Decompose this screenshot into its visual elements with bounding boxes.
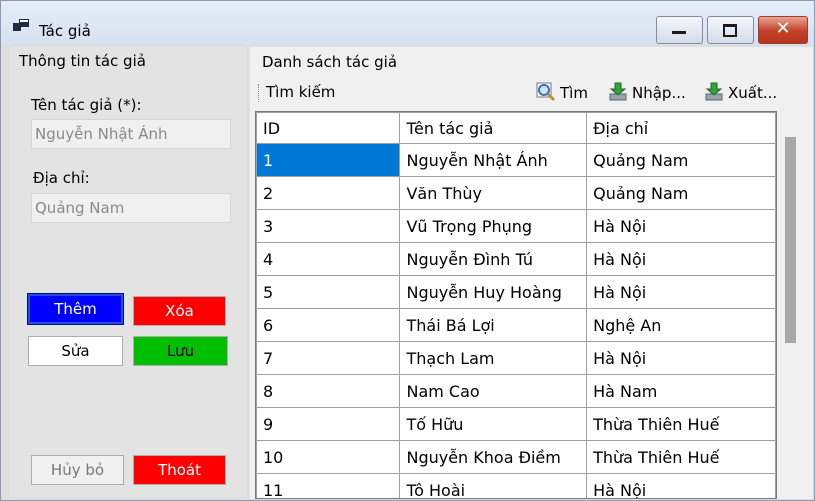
cell-name[interactable]: Thạch Lam bbox=[399, 341, 588, 375]
cell-address[interactable]: Thừa Thiên Huế bbox=[586, 407, 776, 441]
vertical-scrollbar[interactable] bbox=[779, 111, 803, 499]
cell-id[interactable]: 4 bbox=[256, 242, 401, 276]
find-label: Tìm bbox=[560, 84, 588, 102]
search-label: Tìm kiếm bbox=[266, 83, 336, 101]
cell-id[interactable]: 5 bbox=[256, 275, 401, 309]
import-button[interactable]: Nhập... bbox=[608, 81, 686, 105]
column-header-name[interactable]: Tên tác giả bbox=[399, 112, 588, 144]
cell-id[interactable]: 8 bbox=[256, 374, 401, 408]
author-data-grid[interactable]: ID Tên tác giả Địa chỉ 1 Nguyễn Nhật Ánh… bbox=[255, 111, 777, 499]
column-header-id[interactable]: ID bbox=[256, 112, 401, 144]
delete-button[interactable]: Xóa bbox=[133, 296, 226, 326]
cell-name[interactable]: Nguyễn Huy Hoàng bbox=[399, 275, 588, 309]
toolbar: Tìm kiếm Tìm Nhập... Xuất... bbox=[256, 79, 805, 107]
address-label: Địa chỉ: bbox=[33, 169, 90, 187]
cell-id[interactable]: 7 bbox=[256, 341, 401, 375]
cell-address[interactable]: Hà Nội bbox=[586, 209, 776, 243]
find-button[interactable]: Tìm bbox=[536, 81, 588, 105]
author-list-title: Danh sách tác giả bbox=[262, 53, 398, 71]
table-row[interactable]: 1 Nguyễn Nhật Ánh Quảng Nam bbox=[256, 143, 776, 177]
cell-id[interactable]: 9 bbox=[256, 407, 401, 441]
author-info-group: Thông tin tác giả Tên tác giả (*): Nguyễ… bbox=[10, 47, 246, 497]
table-row[interactable]: 3 Vũ Trọng Phụng Hà Nội bbox=[256, 209, 776, 243]
cell-address[interactable]: Nghệ An bbox=[586, 308, 776, 342]
table-row[interactable]: 5 Nguyễn Huy Hoàng Hà Nội bbox=[256, 275, 776, 309]
save-button[interactable]: Lưu bbox=[133, 336, 228, 366]
column-header-address[interactable]: Địa chỉ bbox=[586, 112, 776, 144]
cell-id[interactable]: 2 bbox=[256, 176, 401, 210]
import-icon bbox=[608, 82, 628, 102]
cell-address[interactable]: Quảng Nam bbox=[586, 176, 776, 210]
author-window: Tác giả ✕ Thông tin tác giả Tên tác giả … bbox=[0, 0, 815, 501]
cell-id[interactable]: 10 bbox=[256, 440, 401, 474]
cell-name[interactable]: Thái Bá Lợi bbox=[399, 308, 588, 342]
cancel-button[interactable]: Hủy bỏ bbox=[31, 455, 124, 485]
table-row[interactable]: 2 Văn Thùy Quảng Nam bbox=[256, 176, 776, 210]
maximize-button[interactable] bbox=[707, 16, 754, 44]
cell-name[interactable]: Nguyễn Nhật Ánh bbox=[399, 143, 588, 177]
address-field[interactable]: Quảng Nam bbox=[31, 193, 231, 223]
cell-name[interactable]: Tô Hoài bbox=[399, 473, 588, 498]
maximize-icon bbox=[723, 24, 737, 37]
cell-name[interactable]: Tố Hữu bbox=[399, 407, 588, 441]
table-row[interactable]: 10 Nguyễn Khoa Điềm Thừa Thiên Huế bbox=[256, 440, 776, 474]
cell-id[interactable]: 1 bbox=[256, 143, 401, 177]
table-row[interactable]: 8 Nam Cao Hà Nam bbox=[256, 374, 776, 408]
header-row: ID Tên tác giả Địa chỉ bbox=[256, 112, 776, 144]
cell-address[interactable]: Hà Nội bbox=[586, 242, 776, 276]
table-row[interactable]: 6 Thái Bá Lợi Nghệ An bbox=[256, 308, 776, 342]
minimize-button[interactable] bbox=[656, 16, 703, 44]
table-row[interactable]: 9 Tố Hữu Thừa Thiên Huế bbox=[256, 407, 776, 441]
cell-name[interactable]: Nguyễn Đình Tú bbox=[399, 242, 588, 276]
close-icon: ✕ bbox=[775, 18, 791, 39]
magnifier-icon bbox=[536, 82, 556, 102]
scrollbar-thumb[interactable] bbox=[785, 137, 796, 343]
import-label: Nhập... bbox=[632, 84, 686, 102]
cell-name[interactable]: Văn Thùy bbox=[399, 176, 588, 210]
cell-address[interactable]: Hà Nội bbox=[586, 275, 776, 309]
author-name-field[interactable]: Nguyễn Nhật Ánh bbox=[31, 119, 231, 149]
export-icon bbox=[704, 82, 724, 102]
exit-button[interactable]: Thoát bbox=[133, 455, 226, 485]
cell-name[interactable]: Nguyễn Khoa Điềm bbox=[399, 440, 588, 474]
toolbar-grip[interactable] bbox=[258, 84, 261, 102]
cell-id[interactable]: 6 bbox=[256, 308, 401, 342]
cell-address[interactable]: Thừa Thiên Huế bbox=[586, 440, 776, 474]
cell-address[interactable]: Quảng Nam bbox=[586, 143, 776, 177]
table-row[interactable]: 7 Thạch Lam Hà Nội bbox=[256, 341, 776, 375]
cell-name[interactable]: Nam Cao bbox=[399, 374, 588, 408]
export-button[interactable]: Xuất... bbox=[704, 81, 777, 105]
cell-address[interactable]: Hà Nội bbox=[586, 341, 776, 375]
export-label: Xuất... bbox=[728, 84, 778, 102]
author-table: ID Tên tác giả Địa chỉ 1 Nguyễn Nhật Ánh… bbox=[256, 112, 776, 498]
author-name-label: Tên tác giả (*): bbox=[31, 96, 142, 114]
cell-id[interactable]: 11 bbox=[256, 473, 401, 498]
window-title: Tác giả bbox=[39, 22, 91, 40]
table-row[interactable]: 11 Tô Hoài Hà Nội bbox=[256, 473, 776, 498]
cell-id[interactable]: 3 bbox=[256, 209, 401, 243]
edit-button[interactable]: Sửa bbox=[28, 336, 123, 366]
close-button[interactable]: ✕ bbox=[758, 16, 808, 44]
table-row[interactable]: 4 Nguyễn Đình Tú Hà Nội bbox=[256, 242, 776, 276]
minimize-icon bbox=[672, 31, 686, 34]
title-bar[interactable]: Tác giả ✕ bbox=[1, 1, 814, 45]
author-info-title: Thông tin tác giả bbox=[19, 52, 146, 70]
cell-address[interactable]: Hà Nội bbox=[586, 473, 776, 498]
author-list-group: Danh sách tác giả Tìm kiếm Tìm Nhập... X… bbox=[250, 47, 813, 499]
add-button[interactable]: Thêm bbox=[27, 293, 124, 325]
app-icon bbox=[13, 19, 29, 33]
cell-address[interactable]: Hà Nam bbox=[586, 374, 776, 408]
cell-name[interactable]: Vũ Trọng Phụng bbox=[399, 209, 588, 243]
